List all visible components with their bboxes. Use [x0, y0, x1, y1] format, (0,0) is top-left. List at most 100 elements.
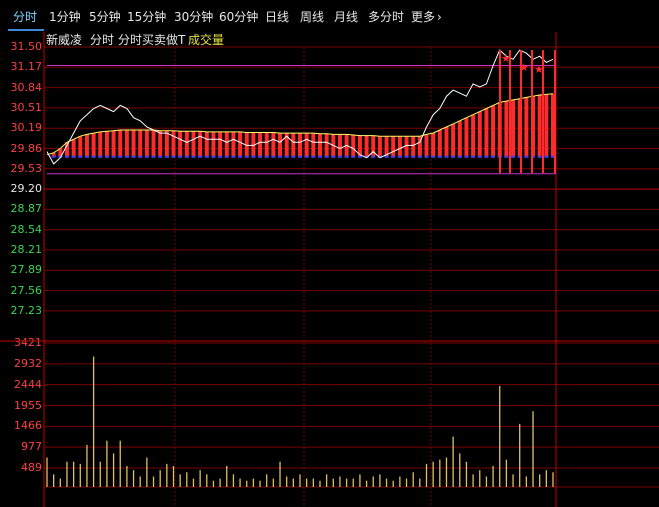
volume-bars	[46, 356, 554, 487]
buy-sell-bar	[231, 131, 236, 158]
bar-base	[357, 155, 362, 158]
grid-lines	[0, 32, 659, 507]
bar-base	[251, 155, 256, 158]
bar-base	[178, 155, 183, 158]
bar-base	[304, 155, 309, 158]
bar-base	[311, 155, 316, 158]
buy-sell-bar	[178, 131, 183, 158]
star-icon: ★	[534, 63, 544, 76]
bar-base	[138, 155, 143, 158]
buy-sell-bar	[391, 136, 396, 158]
buy-sell-bar	[511, 99, 516, 158]
star-icon: ★	[519, 61, 529, 74]
bar-base	[198, 155, 203, 158]
buy-sell-bar	[324, 133, 329, 158]
buy-sell-bar	[111, 130, 116, 158]
buy-sell-bar	[118, 130, 123, 158]
bar-base	[204, 155, 209, 158]
bar-base	[158, 155, 163, 158]
bar-base	[351, 155, 356, 158]
bar-base	[98, 155, 103, 158]
buy-sell-bar	[404, 136, 409, 158]
buy-sell-bar	[198, 131, 203, 158]
buy-sell-bar	[204, 131, 209, 158]
bar-base	[511, 155, 516, 158]
bar-base	[231, 155, 236, 158]
bar-base	[457, 155, 462, 158]
bar-base	[218, 155, 223, 158]
bar-base	[278, 155, 283, 158]
buy-sell-bar	[364, 135, 369, 158]
bar-base	[417, 155, 422, 158]
bar-base	[144, 155, 149, 158]
buy-sell-bar	[158, 130, 163, 158]
bar-base	[264, 155, 269, 158]
bar-base	[104, 155, 109, 158]
bar-base	[258, 155, 263, 158]
buy-sell-bar	[464, 117, 469, 158]
bar-base	[118, 155, 123, 158]
bar-base	[444, 155, 449, 158]
bar-base	[437, 155, 442, 158]
buy-sell-bar	[431, 133, 436, 158]
bar-base	[344, 155, 349, 158]
buy-sell-bar	[184, 131, 189, 158]
buy-sell-bar	[211, 131, 216, 158]
buy-sell-bar	[264, 132, 269, 158]
bar-base	[424, 155, 429, 158]
bar-base	[298, 155, 302, 158]
bar-base	[284, 155, 289, 158]
bar-base	[244, 155, 249, 158]
bar-base	[64, 155, 69, 158]
buy-sell-bar	[138, 130, 143, 158]
buy-sell-bar	[218, 131, 223, 158]
buy-sell-bar	[298, 133, 302, 158]
buy-sell-bar	[537, 94, 542, 158]
bar-base	[184, 155, 189, 158]
buy-sell-bar	[471, 114, 476, 158]
bar-base	[271, 155, 276, 158]
buy-sell-bar	[337, 134, 342, 158]
buy-sell-bar	[191, 131, 196, 158]
buy-sell-bar	[524, 97, 529, 158]
buy-sell-bar	[271, 132, 276, 158]
buy-sell-bar	[71, 139, 76, 158]
buy-sell-bar	[151, 130, 156, 158]
bar-base	[317, 155, 322, 158]
buy-sell-bar	[351, 134, 356, 158]
buy-sell-bar	[484, 108, 489, 158]
bar-base	[291, 155, 296, 158]
bar-base	[477, 155, 482, 158]
buy-sell-bar	[131, 130, 136, 158]
buy-sell-bar	[238, 131, 243, 158]
buy-sell-bar	[278, 133, 283, 158]
bar-base	[211, 155, 216, 158]
bar-base	[504, 155, 509, 158]
bar-base	[524, 155, 529, 158]
bar-base	[431, 155, 436, 158]
buy-sell-bar	[477, 111, 482, 158]
buy-sell-bar	[544, 94, 549, 158]
buy-sell-bar	[444, 126, 449, 158]
bar-base	[451, 155, 456, 158]
buy-sell-bar	[304, 133, 309, 158]
buy-sell-bar	[258, 132, 263, 158]
buy-sell-bar	[78, 136, 83, 158]
buy-sell-bar	[311, 133, 316, 158]
intraday-chart[interactable]: ★ ★ ★	[0, 0, 659, 507]
bar-base	[384, 155, 389, 158]
bar-base	[224, 155, 229, 158]
bar-base	[464, 155, 469, 158]
bar-base	[404, 155, 409, 158]
bar-base	[191, 155, 196, 158]
bar-base	[111, 155, 116, 158]
buy-sell-bar	[411, 136, 416, 158]
buy-sell-bar	[124, 130, 129, 158]
bar-base	[124, 155, 129, 158]
buy-sell-bar	[91, 133, 96, 158]
buy-sell-bar	[164, 130, 169, 158]
bar-base	[51, 155, 56, 158]
bar-base	[84, 155, 89, 158]
bar-base	[491, 155, 496, 158]
bar-base	[91, 155, 96, 158]
